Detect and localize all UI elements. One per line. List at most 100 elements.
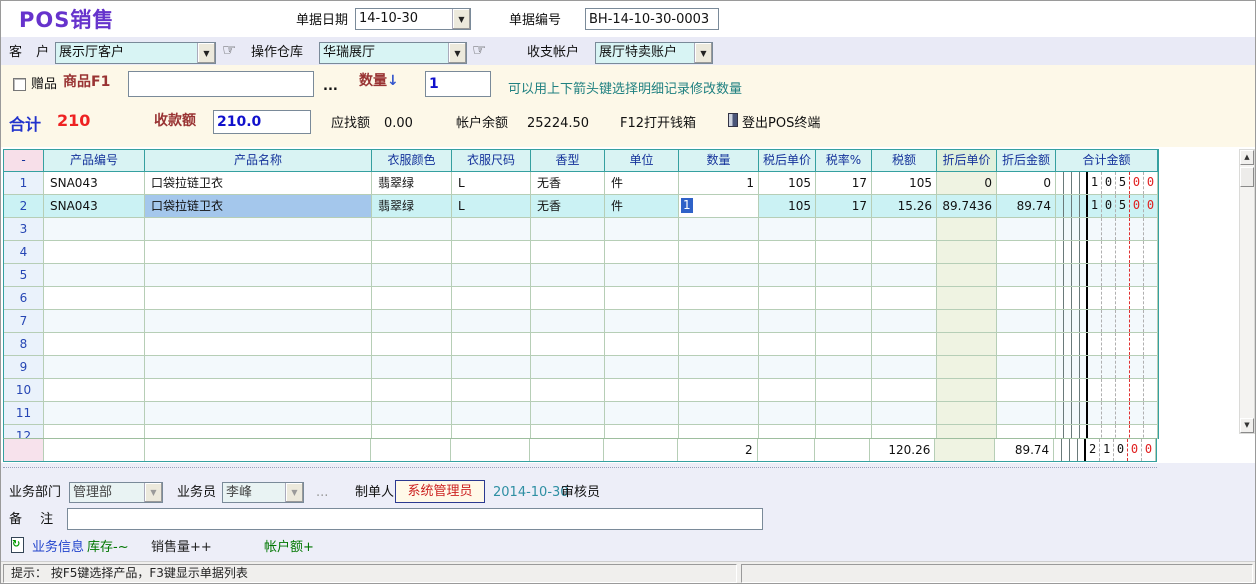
cell-name[interactable] xyxy=(145,402,372,425)
cell-rate[interactable]: 17 xyxy=(816,172,872,195)
chevron-down-icon[interactable]: ▼ xyxy=(448,43,466,63)
cell-price[interactable] xyxy=(759,333,816,356)
cell-scent[interactable] xyxy=(531,402,605,425)
row-number[interactable]: 3 xyxy=(4,218,44,241)
cell-amount[interactable]: 10500 xyxy=(1056,195,1158,218)
dept-combo[interactable]: 管理部 ▼ xyxy=(69,482,163,503)
cell-name[interactable] xyxy=(145,310,372,333)
row-number[interactable]: 8 xyxy=(4,333,44,356)
row-number[interactable]: 11 xyxy=(4,402,44,425)
cell-amount[interactable] xyxy=(1056,379,1158,402)
cell-color[interactable]: 翡翠绿 xyxy=(372,172,452,195)
cell-color[interactable]: 翡翠绿 xyxy=(372,195,452,218)
cell-dprice[interactable]: 0 xyxy=(937,172,997,195)
cell-price[interactable]: 105 xyxy=(759,172,816,195)
cell-price[interactable] xyxy=(759,264,816,287)
cell-price[interactable]: 105 xyxy=(759,195,816,218)
cell-rate[interactable] xyxy=(816,310,872,333)
cell-tax[interactable] xyxy=(872,264,937,287)
cell-qty[interactable] xyxy=(679,402,759,425)
account-combo[interactable]: 展厅特卖账户 ▼ xyxy=(595,42,713,64)
gift-checkbox[interactable] xyxy=(13,78,26,91)
cell-unit[interactable] xyxy=(605,310,679,333)
cell-amount[interactable] xyxy=(1056,333,1158,356)
cell-color[interactable] xyxy=(372,379,452,402)
cell-qty[interactable] xyxy=(679,241,759,264)
cell-size[interactable] xyxy=(452,379,531,402)
cell-damount[interactable]: 89.74 xyxy=(997,195,1056,218)
cell-rate[interactable] xyxy=(816,379,872,402)
cell-rate[interactable] xyxy=(816,402,872,425)
cell-unit[interactable]: 件 xyxy=(605,195,679,218)
cell-amount[interactable] xyxy=(1056,425,1158,439)
cell-code[interactable] xyxy=(44,241,145,264)
scroll-up-icon[interactable]: ▲ xyxy=(1240,150,1254,165)
salesman-more-button[interactable]: ... xyxy=(316,485,328,500)
cell-size[interactable] xyxy=(452,402,531,425)
customer-combo[interactable]: 展示厅客户 ▼ xyxy=(55,42,216,64)
cell-amount[interactable] xyxy=(1056,402,1158,425)
cell-amount[interactable] xyxy=(1056,241,1158,264)
cell-name[interactable] xyxy=(145,333,372,356)
cell-dprice[interactable] xyxy=(937,425,997,439)
cell-price[interactable] xyxy=(759,402,816,425)
cell-qty[interactable] xyxy=(679,425,759,439)
cell-unit[interactable] xyxy=(605,264,679,287)
cell-amount[interactable] xyxy=(1056,218,1158,241)
row-number[interactable]: 12 xyxy=(4,425,44,439)
cell-rate[interactable] xyxy=(816,425,872,439)
qty-input[interactable] xyxy=(425,71,491,97)
cell-tax[interactable] xyxy=(872,287,937,310)
cell-qty[interactable]: 1 xyxy=(679,195,759,218)
cell-tax[interactable] xyxy=(872,241,937,264)
logout-door-icon[interactable] xyxy=(728,113,738,127)
cell-size[interactable] xyxy=(452,425,531,439)
cell-scent[interactable] xyxy=(531,241,605,264)
cell-color[interactable] xyxy=(372,356,452,379)
cell-amount[interactable] xyxy=(1056,264,1158,287)
cell-unit[interactable] xyxy=(605,333,679,356)
cell-name[interactable]: 口袋拉链卫衣 xyxy=(145,195,372,218)
cell-color[interactable] xyxy=(372,402,452,425)
cell-dprice[interactable] xyxy=(937,356,997,379)
cell-qty[interactable] xyxy=(679,264,759,287)
cell-amount[interactable] xyxy=(1056,356,1158,379)
cell-color[interactable] xyxy=(372,333,452,356)
cell-tax[interactable] xyxy=(872,379,937,402)
cell-tax[interactable] xyxy=(872,356,937,379)
cell-price[interactable] xyxy=(759,425,816,439)
cell-dprice[interactable] xyxy=(937,218,997,241)
cell-color[interactable] xyxy=(372,425,452,439)
cell-unit[interactable] xyxy=(605,425,679,439)
cell-size[interactable] xyxy=(452,310,531,333)
chevron-down-icon[interactable]: ▼ xyxy=(197,43,215,63)
vertical-scrollbar[interactable]: ▲ ▼ xyxy=(1239,149,1255,434)
cell-tax[interactable]: 15.26 xyxy=(872,195,937,218)
cell-damount[interactable] xyxy=(997,287,1056,310)
row-number[interactable]: 2 xyxy=(4,195,44,218)
cell-dprice[interactable] xyxy=(937,264,997,287)
logout-button[interactable]: 登出POS终端 xyxy=(742,116,820,131)
row-number[interactable]: 5 xyxy=(4,264,44,287)
cell-unit[interactable]: 件 xyxy=(605,172,679,195)
row-number[interactable]: 4 xyxy=(4,241,44,264)
cell-price[interactable] xyxy=(759,379,816,402)
cell-code[interactable] xyxy=(44,287,145,310)
note-input[interactable] xyxy=(67,508,763,530)
cell-damount[interactable] xyxy=(997,402,1056,425)
cell-qty[interactable] xyxy=(679,310,759,333)
cell-name[interactable] xyxy=(145,264,372,287)
cell-scent[interactable] xyxy=(531,379,605,402)
cell-name[interactable] xyxy=(145,379,372,402)
customer-lookup-hand-icon[interactable]: ☞ xyxy=(222,41,236,59)
cell-rate[interactable]: 17 xyxy=(816,195,872,218)
cell-scent[interactable]: 无香 xyxy=(531,195,605,218)
cell-size[interactable]: L xyxy=(452,195,531,218)
cell-dprice[interactable] xyxy=(937,333,997,356)
cell-tax[interactable]: 105 xyxy=(872,172,937,195)
cell-price[interactable] xyxy=(759,218,816,241)
cell-unit[interactable] xyxy=(605,287,679,310)
cell-size[interactable] xyxy=(452,218,531,241)
cell-code[interactable] xyxy=(44,402,145,425)
cell-dprice[interactable]: 89.7436 xyxy=(937,195,997,218)
